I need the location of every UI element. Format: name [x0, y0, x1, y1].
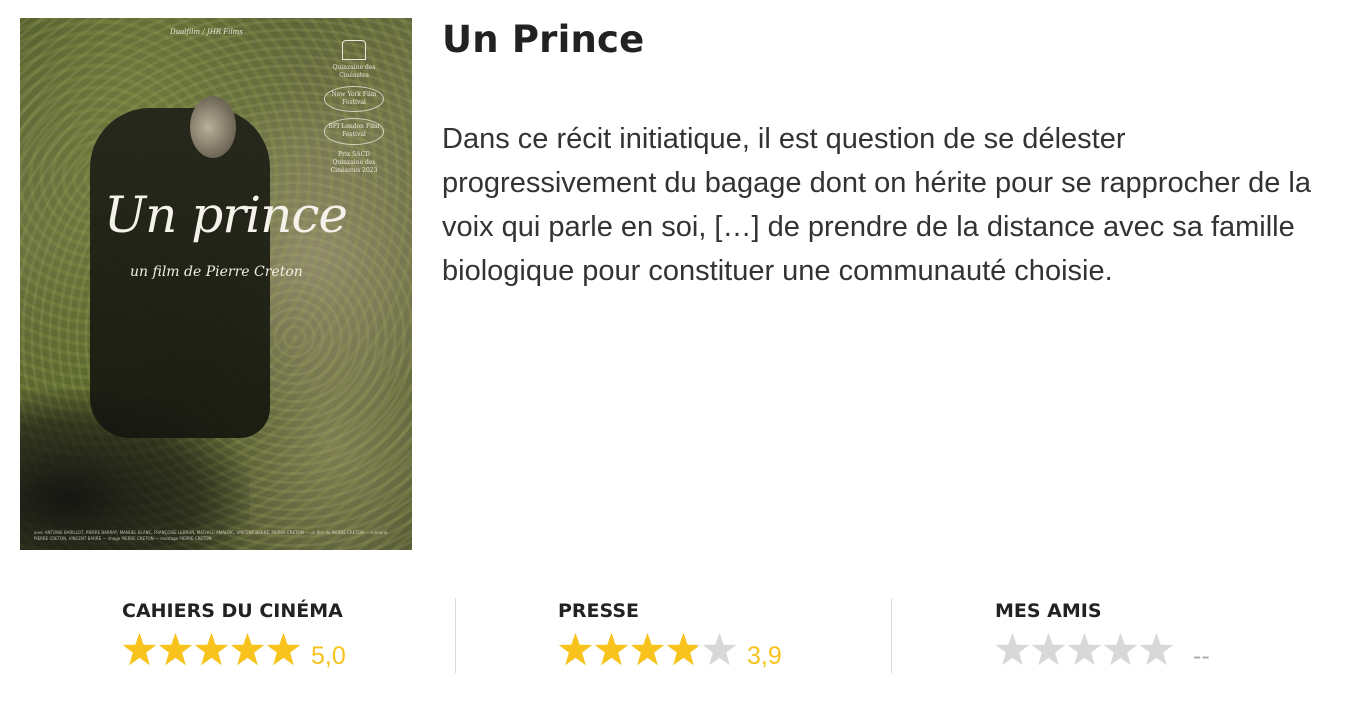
star-icon: [594, 632, 629, 666]
rating-score: 5,0: [311, 642, 346, 670]
poster-title: Un prince: [104, 186, 348, 244]
poster-credits: avec ANTOINE BARILLOT, PIERRE BARRAY, MA…: [34, 530, 388, 541]
star-icon: [630, 632, 665, 666]
rating-score: 3,9: [747, 642, 782, 670]
movie-poster[interactable]: Dualfilm / JHR Films Quinzaine des Cinéa…: [20, 18, 412, 550]
poster-shadow: [20, 390, 250, 550]
movie-synopsis: Dans ce récit initiatique, il est questi…: [442, 123, 1311, 287]
star-rating: [995, 632, 1174, 667]
festival-award-detail: Quinzaine des Cinéastes 2023: [330, 158, 378, 174]
ratings-bar: CAHIERS DU CINÉMA 5,0 PRESSE 3,9 MES AMI…: [0, 596, 1356, 676]
rating-label: CAHIERS DU CINÉMA: [122, 600, 343, 622]
poster-festival-laurels: Quinzaine des Cinéastes New York Film Fe…: [324, 40, 384, 175]
star-icon: [995, 632, 1030, 666]
poster-top-credit: Dualfilm / JHR Films: [170, 28, 243, 36]
poster-figure-head: [190, 96, 236, 158]
star-icon: [1139, 632, 1174, 666]
star-icon: [558, 632, 593, 666]
festival-laurel: New York Film Festival: [324, 86, 384, 113]
star-icon: [666, 632, 701, 666]
rating-score: --: [1193, 642, 1210, 670]
star-icon: [1067, 632, 1102, 666]
star-icon: [122, 632, 157, 666]
star-icon: [158, 632, 193, 666]
festival-laurel: BFI London Film Festival: [324, 118, 384, 145]
poster-subtitle: un film de Pierre Creton: [130, 264, 303, 280]
festival-name: Quinzaine des Cinéastes: [332, 64, 376, 80]
star-icon: [702, 632, 737, 666]
star-icon: [230, 632, 265, 666]
star-rating: [122, 632, 301, 667]
festival-logo-icon: [342, 40, 366, 60]
star-icon: [194, 632, 229, 666]
festival-award: Prix SACD: [338, 150, 370, 158]
star-icon: [266, 632, 301, 666]
movie-title[interactable]: Un Prince: [442, 18, 644, 61]
rating-divider: [891, 598, 892, 673]
star-icon: [1031, 632, 1066, 666]
rating-divider: [455, 598, 456, 673]
rating-label: PRESSE: [558, 600, 640, 622]
star-icon: [1103, 632, 1138, 666]
rating-label: MES AMIS: [995, 600, 1102, 622]
star-rating: [558, 632, 737, 667]
